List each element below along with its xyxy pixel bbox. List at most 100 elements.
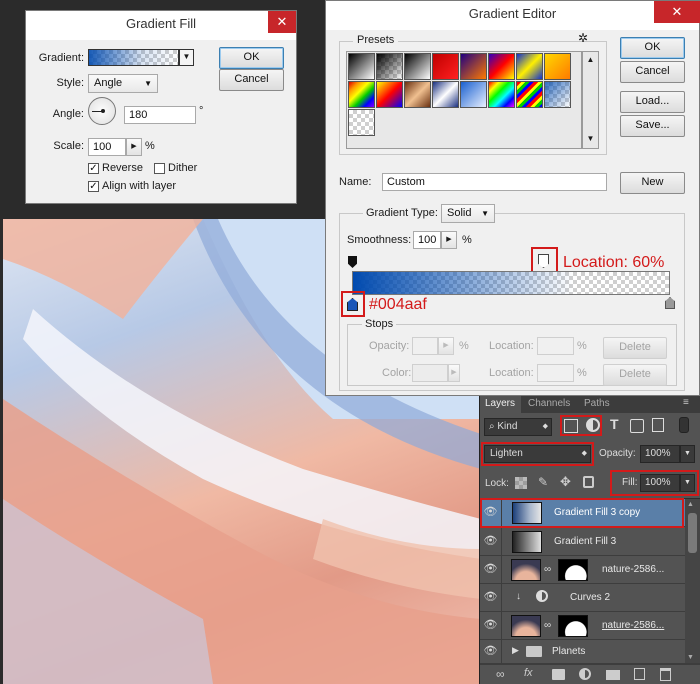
visibility-eye-icon[interactable]: 👁 — [480, 528, 502, 556]
visibility-eye-icon[interactable]: 👁 — [480, 640, 502, 664]
smoothness-stepper-button[interactable]: ▶ — [441, 231, 457, 249]
filter-shape-icon[interactable] — [630, 419, 644, 433]
color-location-label: Location: — [489, 367, 534, 379]
add-mask-icon[interactable] — [552, 669, 565, 680]
stop-color-arrow[interactable]: ▶ — [448, 364, 460, 382]
preset-swatch[interactable] — [488, 81, 515, 108]
lock-transparent-icon[interactable] — [515, 477, 527, 489]
lock-image-icon[interactable]: ✎ — [538, 475, 548, 489]
opacity-dropdown-button[interactable]: ▼ — [680, 445, 695, 463]
tab-channels[interactable]: Channels — [523, 396, 575, 413]
gradient-fill-title: Gradient Fill — [26, 11, 296, 40]
filter-smart-object-icon[interactable] — [652, 418, 664, 432]
delete-color-stop-button[interactable]: Delete — [603, 364, 667, 386]
style-select[interactable]: Angle ▼ — [88, 74, 158, 93]
new-adjustment-icon[interactable] — [579, 668, 591, 680]
preset-swatch[interactable] — [376, 81, 403, 108]
angle-dial[interactable] — [88, 97, 116, 125]
layer-thumbnail — [512, 531, 542, 553]
preset-swatch[interactable] — [516, 81, 543, 108]
filter-type-icon[interactable]: T — [610, 416, 619, 432]
preset-swatch[interactable] — [348, 81, 375, 108]
gradient-type-label: Gradient Type: — [363, 207, 441, 219]
scale-label: Scale: — [53, 140, 84, 152]
reverse-checkbox[interactable]: ✓ — [88, 163, 99, 174]
preset-swatch[interactable] — [544, 81, 571, 108]
opacity-location-input[interactable] — [537, 337, 574, 355]
layer-row[interactable]: 👁 Gradient Fill 3 — [480, 528, 700, 556]
layer-row[interactable]: 👁 ↓ Curves 2 — [480, 584, 700, 612]
panel-menu-icon[interactable]: ≡ — [683, 397, 689, 408]
preset-swatch[interactable] — [516, 53, 543, 80]
tab-paths[interactable]: Paths — [579, 396, 619, 413]
link-layers-icon[interactable]: ∞ — [496, 667, 505, 681]
fx-icon[interactable]: fx — [524, 667, 533, 679]
lock-position-icon[interactable]: ✥ — [560, 474, 571, 490]
save-button[interactable]: Save... — [620, 115, 685, 137]
gradient-editor-cancel-button[interactable]: Cancel — [620, 61, 685, 83]
preset-swatch[interactable] — [348, 53, 375, 80]
style-value: Angle — [94, 77, 123, 89]
lock-all-icon[interactable] — [583, 476, 594, 488]
preset-swatch[interactable] — [432, 53, 459, 80]
stop-opacity-stepper[interactable]: ▶ — [438, 337, 454, 355]
delete-opacity-stop-button[interactable]: Delete — [603, 337, 667, 359]
gear-icon[interactable]: ✲ — [578, 31, 588, 45]
new-group-icon[interactable] — [606, 670, 620, 680]
layer-row[interactable]: 👁 ∞ nature-2586... — [480, 556, 700, 584]
preset-swatch[interactable] — [348, 109, 375, 136]
dither-checkbox[interactable] — [154, 163, 165, 174]
kind-label: Kind — [497, 421, 518, 432]
stop-opacity-input[interactable] — [412, 337, 438, 355]
presets-scrollbar[interactable]: ▲ ▼ — [582, 51, 599, 149]
preset-swatch[interactable] — [404, 53, 431, 80]
angle-label: Angle: — [52, 108, 84, 120]
layers-scrollbar[interactable]: ▲ ▼ — [685, 499, 700, 663]
opacity-input[interactable]: 100% — [640, 445, 680, 463]
stop-color-swatch[interactable] — [412, 364, 448, 382]
load-button[interactable]: Load... — [620, 91, 685, 113]
opacity-location-label: Location: — [489, 340, 534, 352]
angle-input[interactable]: 180 — [124, 106, 196, 124]
visibility-eye-icon[interactable]: 👁 — [480, 612, 502, 640]
layer-name: nature-2586... — [602, 620, 665, 631]
curves-adjustment-icon — [536, 590, 548, 602]
filter-kind-select[interactable]: ⌕ Kind ◆ — [484, 418, 552, 436]
gradient-fill-cancel-button[interactable]: Cancel — [219, 69, 284, 91]
preset-swatch[interactable] — [404, 81, 431, 108]
gradient-type-select[interactable]: Solid ▼ — [441, 204, 495, 223]
filter-toggle-icon[interactable] — [679, 417, 689, 433]
new-button[interactable]: New — [620, 172, 685, 194]
style-label: Style: — [56, 77, 84, 89]
smoothness-input[interactable]: 100 — [413, 231, 441, 249]
gradient-dropdown-button[interactable]: ▼ — [179, 49, 194, 66]
new-layer-icon[interactable] — [634, 668, 645, 680]
gradient-fill-ok-button[interactable]: OK — [219, 47, 284, 69]
gradient-fill-close-button[interactable]: ✕ — [268, 11, 296, 33]
color-location-input[interactable] — [537, 364, 574, 382]
gradient-picker[interactable] — [88, 49, 179, 66]
expand-arrow-icon[interactable]: ▶ — [512, 645, 519, 656]
preset-swatch[interactable] — [460, 53, 487, 80]
gradient-fill-dialog: Gradient Fill ✕ Gradient: ▼ Style: Angle… — [25, 10, 297, 204]
gradient-editor-ok-button[interactable]: OK — [620, 37, 685, 59]
preset-swatch[interactable] — [460, 81, 487, 108]
tab-layers[interactable]: Layers — [480, 396, 521, 413]
layer-row[interactable]: 👁 ▶ Planets — [480, 640, 700, 664]
delete-layer-icon[interactable] — [660, 668, 671, 681]
color-stop-highlight-box — [341, 291, 365, 317]
preset-swatch[interactable] — [488, 53, 515, 80]
gradient-editor-close-button[interactable]: ✕ — [654, 1, 700, 23]
link-icon: ∞ — [544, 620, 552, 631]
scale-input[interactable]: 100 — [88, 138, 126, 156]
preset-swatch[interactable] — [376, 53, 403, 80]
visibility-eye-icon[interactable]: 👁 — [480, 556, 502, 584]
align-with-layer-checkbox[interactable]: ✓ — [88, 181, 99, 192]
layer-row[interactable]: 👁 ∞ nature-2586... — [480, 612, 700, 640]
preset-swatch[interactable] — [432, 81, 459, 108]
name-input[interactable]: Custom — [382, 173, 607, 191]
preset-swatch[interactable] — [544, 53, 571, 80]
visibility-eye-icon[interactable]: 👁 — [480, 584, 502, 612]
scale-stepper-button[interactable]: ▶ — [126, 138, 142, 156]
gradient-bar[interactable] — [352, 271, 670, 295]
